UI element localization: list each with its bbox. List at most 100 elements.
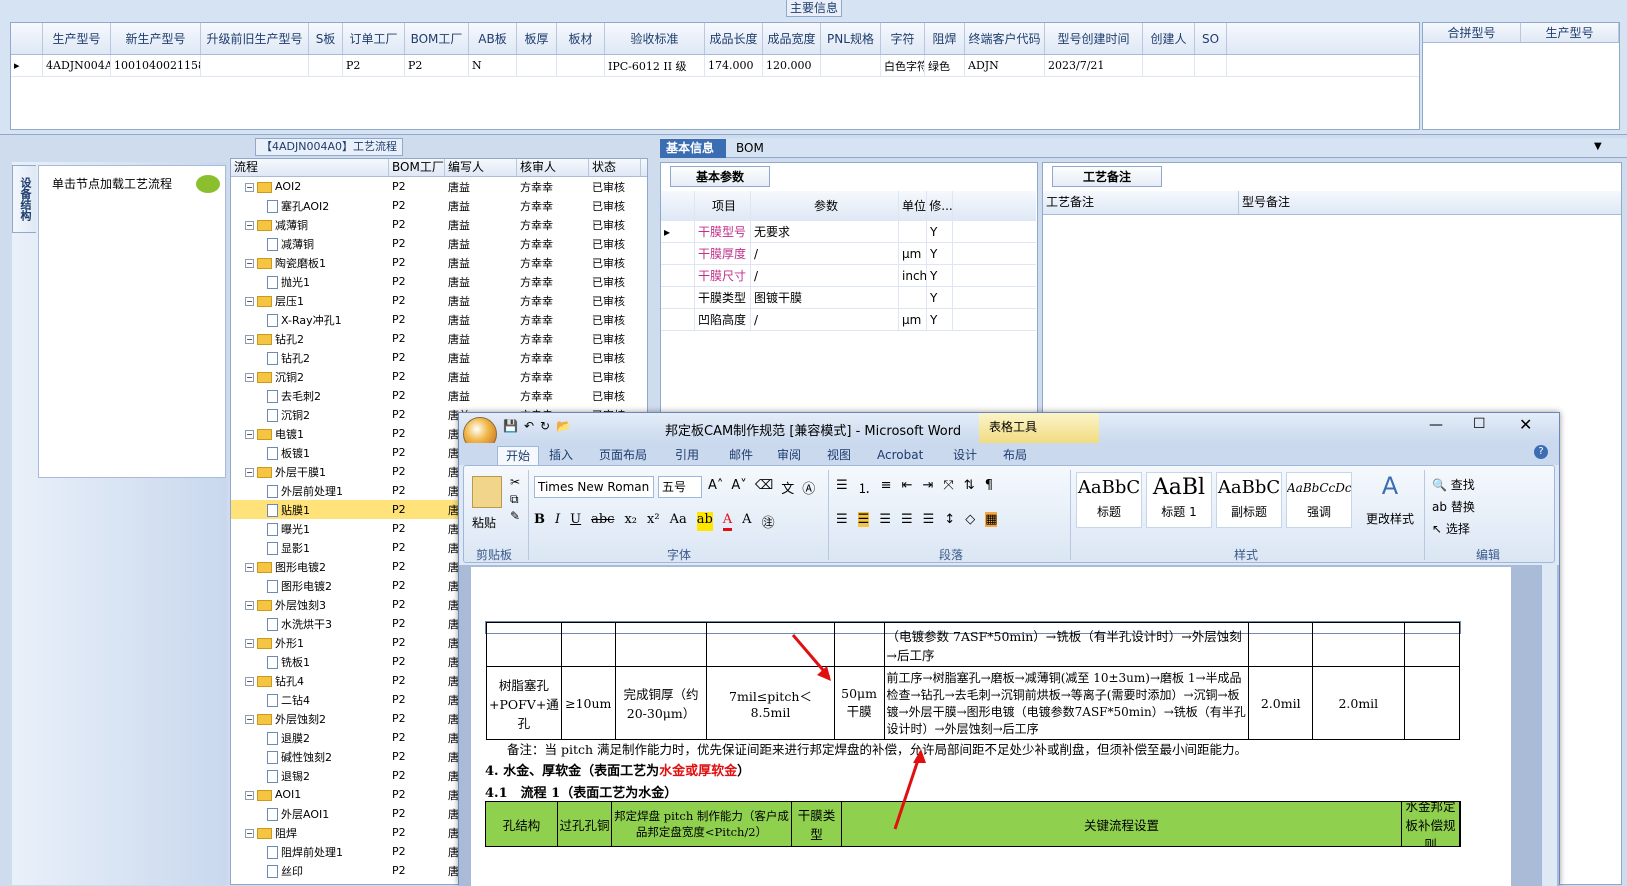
tree-node[interactable]: 去毛刺2 P2 唐益 方幸幸 已审核: [231, 386, 647, 405]
param-column-header[interactable]: 修...: [927, 191, 953, 220]
tree-node[interactable]: X-Ray冲孔1 P2 唐益 方幸幸 已审核: [231, 310, 647, 329]
tab-basic-info[interactable]: 基本信息: [660, 139, 726, 158]
change-styles-label[interactable]: 更改样式: [1366, 510, 1414, 527]
phonetic-icon[interactable]: 文: [781, 478, 794, 497]
process-column-header[interactable]: 核审人: [517, 159, 589, 176]
grid-cell[interactable]: P2: [405, 55, 469, 76]
production-model-header[interactable]: 生产型号: [1521, 23, 1619, 42]
tree-node[interactable]: − 钻孔2 P2 唐益 方幸幸 已审核: [231, 329, 647, 348]
param-val[interactable]: 图镀干膜: [751, 287, 899, 308]
expand-toggle-icon[interactable]: −: [245, 715, 254, 724]
paste-icon[interactable]: [472, 476, 502, 508]
ribbon-tab[interactable]: 审阅: [777, 446, 801, 465]
grid-cell[interactable]: 白色字符: [881, 55, 925, 76]
expand-toggle-icon[interactable]: −: [245, 829, 254, 838]
param-val[interactable]: /: [751, 309, 899, 330]
grid-cell[interactable]: [309, 55, 343, 76]
shading-icon[interactable]: ◇: [965, 512, 975, 527]
grid-cell[interactable]: 绿色: [925, 55, 965, 76]
chinese-layout-icon[interactable]: ⤧: [943, 478, 953, 497]
show-marks-icon[interactable]: ¶: [985, 478, 993, 497]
param-unit[interactable]: μm: [899, 309, 927, 330]
expand-toggle-icon[interactable]: −: [245, 182, 254, 192]
param-item[interactable]: 干膜型号: [695, 221, 751, 242]
column-header[interactable]: AB板: [469, 23, 517, 54]
process-notes-tab[interactable]: 工艺备注: [1052, 166, 1162, 187]
italic-button[interactable]: I: [555, 512, 560, 531]
ribbon-tab[interactable]: 布局: [1003, 446, 1027, 465]
select-button[interactable]: ↖ 选择: [1432, 518, 1475, 540]
tree-node[interactable]: − 层压1 P2 唐益 方幸幸 已审核: [231, 291, 647, 310]
column-header[interactable]: 订单工厂: [343, 23, 405, 54]
font-name-select[interactable]: Times New Roman: [534, 476, 654, 498]
param-item[interactable]: 干膜厚度: [695, 243, 751, 264]
tree-node[interactable]: 塞孔AOI2 P2 唐益 方幸幸 已审核: [231, 196, 647, 215]
maximize-button[interactable]: ☐: [1473, 416, 1486, 432]
border-icon[interactable]: ▦: [985, 512, 998, 527]
tree-node[interactable]: 钻孔2 P2 唐益 方幸幸 已审核: [231, 348, 647, 367]
expand-toggle-icon[interactable]: −: [245, 221, 254, 230]
replace-button[interactable]: ab 替换: [1432, 496, 1475, 518]
grid-cell[interactable]: [821, 55, 881, 76]
shrink-font-icon[interactable]: A˅: [731, 478, 746, 497]
param-item[interactable]: 凹陷高度: [695, 309, 751, 330]
style-item[interactable]: AaBbC 副标题: [1216, 472, 1282, 528]
style-item[interactable]: AaBbC 标题: [1076, 472, 1142, 528]
open-icon[interactable]: 📂: [556, 419, 571, 433]
param-column-header[interactable]: 项目: [695, 191, 751, 220]
expand-toggle-icon[interactable]: −: [245, 373, 254, 382]
copy-icon[interactable]: ⧉: [510, 491, 520, 508]
param-m[interactable]: Y: [927, 309, 953, 330]
param-column-header[interactable]: 参数: [751, 191, 899, 220]
param-val[interactable]: 无要求: [751, 221, 899, 242]
process-column-header[interactable]: 状态: [589, 159, 641, 176]
grid-cell[interactable]: 2023/7/21: [1045, 55, 1143, 76]
bold-button[interactable]: B: [534, 512, 545, 531]
column-header[interactable]: 阻焊: [925, 23, 965, 54]
ribbon-tab[interactable]: 视图: [827, 446, 851, 465]
grid-cell[interactable]: 120.000: [763, 55, 821, 76]
merge-model-header[interactable]: 合拼型号: [1423, 23, 1521, 42]
ribbon-tab[interactable]: 邮件: [729, 446, 753, 465]
justify-icon[interactable]: ☰: [901, 512, 913, 527]
tree-node[interactable]: 抛光1 P2 唐益 方幸幸 已审核: [231, 272, 647, 291]
grid-cell[interactable]: [557, 55, 605, 76]
param-unit[interactable]: [899, 221, 927, 242]
param-row[interactable]: 干膜厚度 / μm Y: [661, 243, 1036, 265]
column-header[interactable]: 生产型号: [43, 23, 111, 54]
model-note-header[interactable]: 型号备注: [1239, 191, 1290, 214]
redo-icon[interactable]: ↻: [540, 419, 550, 433]
param-unit[interactable]: inch: [899, 265, 927, 286]
grid-cell[interactable]: 4ADJN004A0: [43, 55, 111, 76]
process-column-header[interactable]: 流程: [231, 159, 389, 176]
column-header[interactable]: 板厚: [517, 23, 557, 54]
close-button[interactable]: ✕: [1519, 415, 1532, 434]
multilevel-icon[interactable]: ≡: [881, 478, 892, 497]
numbering-icon[interactable]: ⒈: [858, 478, 871, 497]
process-column-header[interactable]: BOM工厂: [389, 159, 445, 176]
grid-cell[interactable]: P2: [343, 55, 405, 76]
grid-cell[interactable]: ADJN: [965, 55, 1045, 76]
decrease-indent-icon[interactable]: ⇤: [902, 478, 913, 497]
expand-toggle-icon[interactable]: −: [245, 601, 254, 610]
line-spacing-icon[interactable]: ↕: [944, 512, 955, 527]
char-border-icon[interactable]: Ⓐ: [802, 478, 815, 497]
load-node-panel[interactable]: [38, 165, 226, 478]
param-row[interactable]: 干膜类型 图镀干膜 Y: [661, 287, 1036, 309]
strikethrough-button[interactable]: abc: [591, 512, 614, 531]
process-note-header[interactable]: 工艺备注: [1043, 191, 1239, 214]
minimize-button[interactable]: —: [1429, 417, 1443, 433]
grid-cell[interactable]: [1195, 55, 1227, 76]
expand-toggle-icon[interactable]: −: [245, 563, 254, 572]
undo-icon[interactable]: ↶: [524, 419, 534, 433]
chevron-down-icon[interactable]: ▼: [1594, 141, 1602, 152]
column-header[interactable]: 板材: [557, 23, 605, 54]
column-header[interactable]: 新生产型号: [111, 23, 201, 54]
grid-cell[interactable]: IPC-6012 II 级: [605, 55, 705, 76]
param-val[interactable]: /: [751, 265, 899, 286]
expand-toggle-icon[interactable]: −: [245, 259, 254, 268]
bullets-icon[interactable]: ☰: [836, 478, 848, 497]
format-painter-icon[interactable]: ✎: [510, 508, 520, 525]
underline-button[interactable]: U: [570, 512, 581, 531]
param-row[interactable]: ▸ 干膜型号 无要求 Y: [661, 221, 1036, 243]
